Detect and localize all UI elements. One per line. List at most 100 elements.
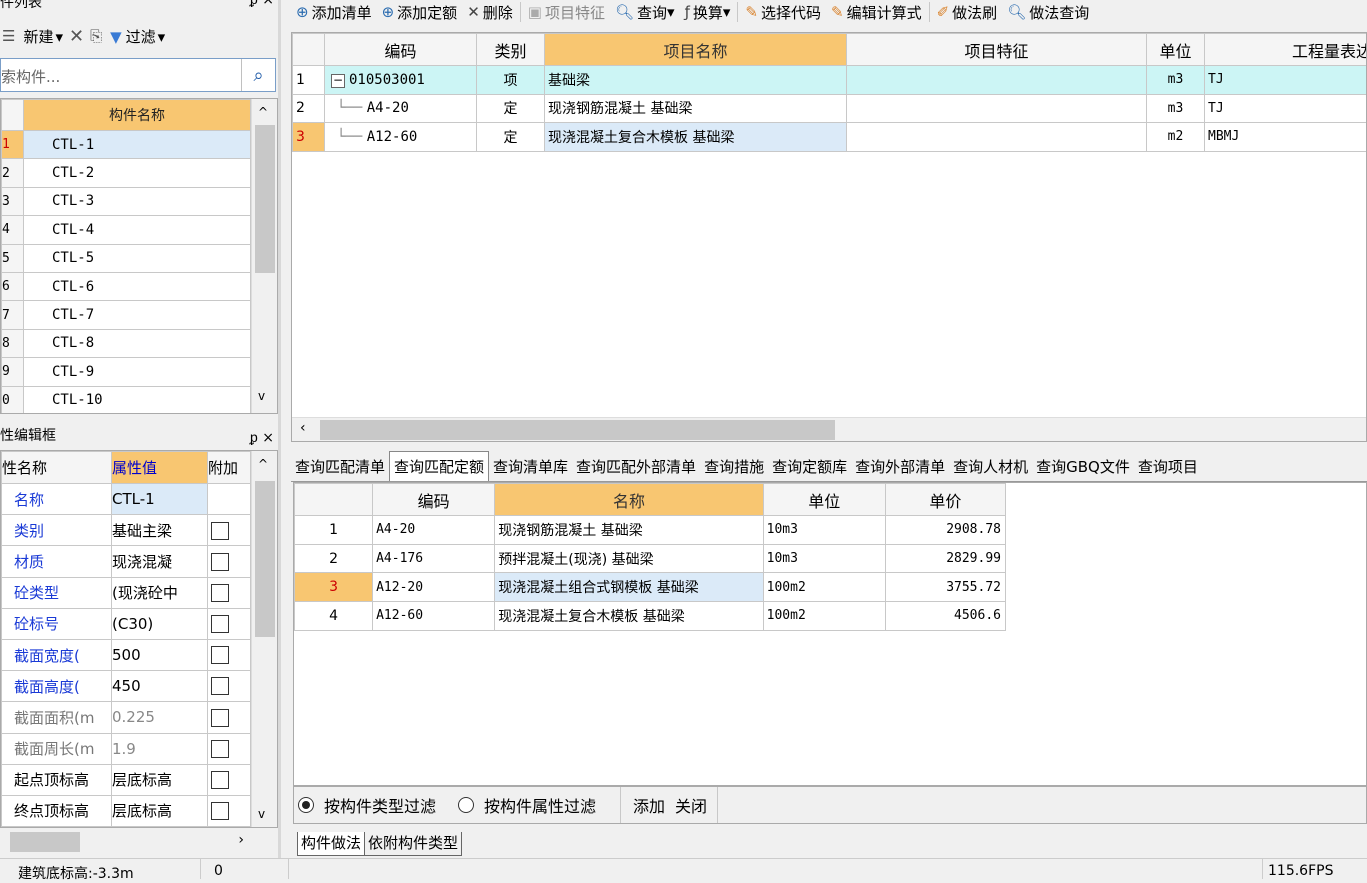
component-name-cell[interactable]: CTL-4: [24, 216, 251, 244]
pin-close-icons[interactable]: ᵱ ×: [250, 429, 274, 447]
lower-code-cell[interactable]: A4-20: [373, 516, 495, 545]
property-scrollbar[interactable]: ^ v: [251, 451, 277, 827]
query-tab[interactable]: 查询措施: [700, 455, 768, 481]
lower-unit-header[interactable]: 单位: [763, 484, 885, 516]
query-tab[interactable]: 查询匹配清单: [291, 455, 389, 481]
hscroll-thumb[interactable]: [320, 420, 835, 440]
unit-cell[interactable]: m3: [1147, 66, 1205, 95]
component-row[interactable]: 2CTL-2: [2, 159, 251, 187]
expr-cell[interactable]: TJ: [1205, 94, 1367, 123]
extra-checkbox[interactable]: [211, 740, 229, 758]
lower-price-header[interactable]: 单价: [885, 484, 1005, 516]
prop-extra-cell[interactable]: [208, 795, 251, 826]
lower-unit-cell[interactable]: 10m3: [763, 516, 885, 545]
delete-button[interactable]: ✕删除: [462, 2, 518, 23]
property-row[interactable]: 砼类型(现浇砼中: [2, 577, 251, 608]
collapse-icon[interactable]: −: [331, 74, 345, 88]
item-name-cell[interactable]: 基础梁: [545, 66, 847, 95]
component-row[interactable]: 7CTL-7: [2, 301, 251, 329]
lower-unit-cell[interactable]: 100m2: [763, 602, 885, 631]
scroll-left-icon[interactable]: ‹: [300, 420, 306, 436]
lower-name-cell[interactable]: 预拌混凝土(现浇) 基础梁: [495, 544, 763, 573]
filter-by-type-radio[interactable]: 按构件类型过滤: [298, 793, 436, 817]
component-row[interactable]: 8CTL-8: [2, 329, 251, 357]
scroll-up-icon[interactable]: ^: [258, 105, 268, 119]
type-cell[interactable]: 定: [477, 123, 545, 152]
lower-name-cell[interactable]: 现浇钢筋混凝土 基础梁: [495, 516, 763, 545]
extra-checkbox[interactable]: [211, 584, 229, 602]
item-name-cell[interactable]: 现浇钢筋混凝土 基础梁: [545, 94, 847, 123]
item-name-header[interactable]: 项目名称: [545, 34, 847, 66]
component-row[interactable]: 4CTL-4: [2, 216, 251, 244]
lower-row[interactable]: 3A12-20现浇混凝土组合式钢模板 基础梁100m23755.72: [295, 573, 1006, 602]
query-tab[interactable]: 查询匹配定额: [389, 451, 489, 481]
unit-cell[interactable]: m2: [1147, 123, 1205, 152]
lower-price-cell[interactable]: 2829.99: [885, 544, 1005, 573]
prop-value-cell[interactable]: 450: [112, 671, 208, 702]
pin-close-icons[interactable]: ᵱ ×: [250, 0, 274, 7]
filter-by-attr-radio[interactable]: 按构件属性过滤: [458, 793, 596, 817]
prop-value-cell[interactable]: 现浇混凝: [112, 546, 208, 577]
select-code-button[interactable]: ✎选择代码: [740, 2, 826, 23]
upper-row[interactable]: 1−010503001项基础梁m3TJ: [293, 66, 1367, 95]
query-tab[interactable]: 查询人材机: [949, 455, 1032, 481]
query-tab[interactable]: 查询GBQ文件: [1032, 455, 1134, 481]
property-row[interactable]: 材质现浇混凝: [2, 546, 251, 577]
lower-price-cell[interactable]: 3755.72: [885, 573, 1005, 602]
property-row[interactable]: 截面高度(450: [2, 671, 251, 702]
splitter[interactable]: [278, 0, 281, 858]
component-row[interactable]: 0CTL-10: [2, 386, 251, 414]
scroll-up-icon[interactable]: ^: [258, 457, 268, 471]
expr-header[interactable]: 工程量表达式: [1205, 34, 1367, 66]
component-name-cell[interactable]: CTL-10: [24, 386, 251, 414]
prop-extra-cell[interactable]: [208, 671, 251, 702]
extra-checkbox[interactable]: [211, 646, 229, 664]
extra-checkbox[interactable]: [211, 615, 229, 633]
property-row[interactable]: 截面面积(m0.225: [2, 702, 251, 733]
component-name-cell[interactable]: CTL-9: [24, 358, 251, 386]
component-name-header[interactable]: 构件名称: [24, 100, 251, 131]
delete-icon[interactable]: ✕: [67, 26, 86, 47]
prop-value-cell[interactable]: (C30): [112, 608, 208, 639]
search-icon[interactable]: ⌕: [241, 59, 275, 91]
query-tab[interactable]: 查询外部清单: [851, 455, 949, 481]
lower-unit-cell[interactable]: 10m3: [763, 544, 885, 573]
feature-header[interactable]: 项目特征: [847, 34, 1147, 66]
lower-code-cell[interactable]: A4-176: [373, 544, 495, 573]
component-name-cell[interactable]: CTL-6: [24, 272, 251, 300]
extra-checkbox[interactable]: [211, 553, 229, 571]
component-row[interactable]: 5CTL-5: [2, 244, 251, 272]
tab-component-method[interactable]: 构件做法: [297, 832, 365, 856]
type-header[interactable]: 类别: [477, 34, 545, 66]
extra-checkbox[interactable]: [211, 709, 229, 727]
edit-formula-button[interactable]: ✎编辑计算式: [826, 2, 927, 23]
prop-extra-cell[interactable]: [208, 608, 251, 639]
component-row[interactable]: 9CTL-9: [2, 358, 251, 386]
code-cell[interactable]: └── A12-60: [325, 123, 477, 152]
type-cell[interactable]: 定: [477, 94, 545, 123]
component-name-cell[interactable]: CTL-3: [24, 187, 251, 215]
prop-extra-cell[interactable]: [208, 764, 251, 795]
property-row[interactable]: 类别基础主梁: [2, 515, 251, 546]
property-row[interactable]: 砼标号(C30): [2, 608, 251, 639]
prop-value-cell[interactable]: 层底标高: [112, 764, 208, 795]
lower-code-cell[interactable]: A12-20: [373, 573, 495, 602]
prop-value-cell[interactable]: 基础主梁: [112, 515, 208, 546]
upper-row[interactable]: 3└── A12-60定现浇混凝土复合木模板 基础梁m2MBMJ: [293, 123, 1367, 152]
extra-checkbox[interactable]: [211, 522, 229, 540]
component-row[interactable]: 1CTL-1: [2, 131, 251, 159]
query-tab[interactable]: 查询匹配外部清单: [572, 455, 700, 481]
method-brush-button[interactable]: ✐做法刷: [932, 2, 1003, 23]
scroll-down-icon[interactable]: v: [258, 389, 265, 403]
query-tab[interactable]: 查询清单库: [489, 455, 572, 481]
query-tab[interactable]: 查询定额库: [768, 455, 851, 481]
scroll-thumb[interactable]: [255, 481, 275, 637]
prop-value-cell[interactable]: 1.9: [112, 733, 208, 764]
code-header[interactable]: 编码: [325, 34, 477, 66]
lower-name-header[interactable]: 名称: [495, 484, 763, 516]
add-quota-button[interactable]: ⊕添加定额: [377, 2, 463, 23]
query-tab[interactable]: 查询项目: [1134, 455, 1202, 481]
property-row[interactable]: 终点顶标高层底标高: [2, 795, 251, 826]
prop-value-cell[interactable]: 0.225: [112, 702, 208, 733]
property-row[interactable]: 截面周长(m1.9: [2, 733, 251, 764]
